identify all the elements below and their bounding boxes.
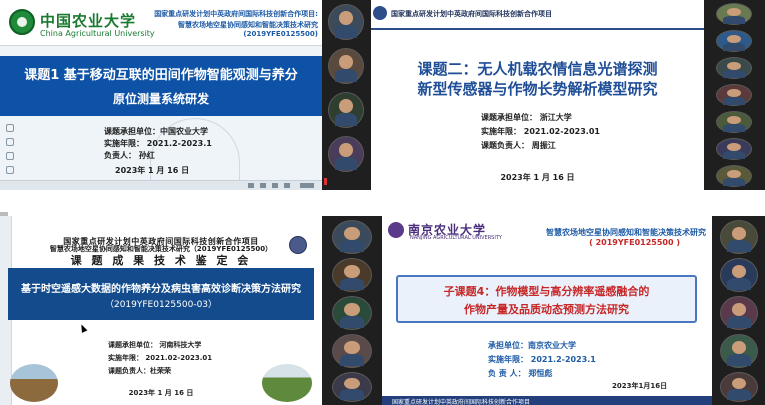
leader-text: 课题负责人：杜荣荣 <box>108 367 171 375</box>
participant-strip-1 <box>322 0 371 190</box>
slide-title-line-2: 原位测量系统研发 <box>112 92 209 106</box>
slide-date: 2023年 1 月 16 日 <box>128 389 194 397</box>
shared-screen-haust[interactable]: 国家重点研发计划中英政府间国际科技创新合作项目 智慧农场地空星协同感知和智能决策… <box>0 216 322 405</box>
leader-text: 课题负责人： 周振江 <box>481 141 556 150</box>
slide-title-line-2: 新型传感器与作物长势解析模型研究 <box>417 80 658 98</box>
participant-avatar-icon[interactable] <box>328 92 364 128</box>
participant-avatar-icon[interactable] <box>720 372 758 402</box>
participant-avatar-icon[interactable] <box>716 138 752 160</box>
row-separator <box>0 190 765 216</box>
participant-avatar-icon[interactable] <box>328 136 364 172</box>
participant-avatar-icon[interactable] <box>328 48 364 84</box>
participant-avatar-icon[interactable] <box>716 84 752 106</box>
slide-title-band: 基于时空遥感大数据的作物养分及病虫害高效诊断决策方法研究 （2019YFE012… <box>8 268 314 320</box>
microphone-muted-icon <box>324 178 327 185</box>
project-logo-icon <box>373 6 387 20</box>
university-seal-icon <box>289 236 307 254</box>
slide-title-line-1: 子课题4：作物模型与高分辨率遥感融合的 <box>443 285 650 298</box>
period-text: 实施年限： 2021.2-2023.1 <box>488 355 596 364</box>
period-text: 实施年限： 2021.02-2023.01 <box>108 354 213 362</box>
slide-title-line-1: 基于时空遥感大数据的作物养分及病虫害高效诊断决策方法研究 <box>21 284 301 295</box>
project-line-2: 智慧农场地空星协同感知和智能决策技术研究(2019YFE0125500) <box>178 21 318 38</box>
participant-avatar-icon[interactable] <box>720 334 758 368</box>
slide-header-line-2: ( 2019YFE0125500 ) <box>589 238 680 247</box>
slide-date: 2023年 1 月 16 日 <box>500 173 575 182</box>
participant-avatar-icon[interactable] <box>716 57 752 79</box>
shapes-icon[interactable] <box>6 166 14 174</box>
mouse-cursor-icon <box>78 323 88 333</box>
participant-avatar-icon[interactable] <box>332 258 372 292</box>
participant-avatar-icon[interactable] <box>332 220 372 254</box>
university-seal-icon <box>9 9 35 35</box>
undertaker-text: 课题承担单位：中国农业大学 <box>104 127 208 136</box>
period-text: 实施年限： 2021.2-2023.1 <box>104 139 212 148</box>
participant-avatar-icon[interactable] <box>720 258 758 292</box>
undertaker-text: 承担单位：南京农业大学 <box>488 341 576 350</box>
slide-header-line-1: 智慧农场地空星协同感知和智能决策技术研究 <box>546 228 706 237</box>
participant-avatar-icon[interactable] <box>720 296 758 330</box>
university-seal-icon <box>388 222 404 238</box>
participant-avatar-icon[interactable] <box>332 296 372 330</box>
video-conference-gallery: 中国农业大学 China Agricultural University 国家重… <box>0 0 765 405</box>
pointer-icon[interactable] <box>6 152 14 160</box>
participant-strip-3 <box>322 216 382 405</box>
slide-title-bar: 课题1 基于移动互联的田间作物智能观测与养分 原位测量系统研发 <box>0 56 322 116</box>
leader-text: 负责人： 孙红 <box>104 151 155 160</box>
slide-header-bar: 国家重点研发计划中英政府间国际科技创新合作项目 <box>371 0 704 30</box>
project-line-1: 国家重点研发计划中英政府间国际科技创新合作项目: <box>154 10 318 18</box>
university-name-en: NANJING AGRICULTURAL UNIVERSITY <box>410 235 502 241</box>
leader-text: 负 责 人： 郑恒彪 <box>488 369 553 378</box>
slide-title-line-1: 课题二：无人机载农情信息光谱探测 <box>417 60 658 78</box>
participant-avatar-icon[interactable] <box>716 165 752 187</box>
undertaker-text: 课题承担单位： 浙江大学 <box>481 113 572 122</box>
slide-date: 2023年 1 月 16 日 <box>115 166 190 175</box>
grid-icon[interactable] <box>260 183 266 188</box>
participant-avatar-icon[interactable] <box>716 111 752 133</box>
slide-banner: 中国农业大学 China Agricultural University 国家重… <box>0 0 322 46</box>
slide-header-text: 国家重点研发计划中英政府间国际科技创新合作项目 <box>391 10 552 18</box>
slideshow-icon[interactable] <box>284 183 290 188</box>
participant-avatar-icon[interactable] <box>720 220 758 254</box>
shared-screen-nau[interactable]: 南京农业大学 NANJING AGRICULTURAL UNIVERSITY 智… <box>382 216 712 405</box>
slide-title-line-2: （2019YFE0125500-03） <box>104 300 218 310</box>
participant-avatar-icon[interactable] <box>716 30 752 52</box>
pen-icon[interactable] <box>6 124 14 132</box>
slide-status-bar <box>0 180 322 190</box>
slide-title-line-1: 课题1 基于移动互联的田间作物智能观测与养分 <box>24 68 298 83</box>
zoom-icon[interactable] <box>300 183 314 188</box>
participant-strip-4 <box>712 216 765 405</box>
participant-avatar-icon[interactable] <box>328 4 364 40</box>
slide-date: 2023年1月16日 <box>612 382 668 390</box>
shared-screen-zju[interactable]: 国家重点研发计划中英政府间国际科技创新合作项目 课题二：无人机载农情信息光谱探测… <box>371 0 704 190</box>
participant-strip-2 <box>704 0 765 190</box>
period-text: 实施年限： 2021.02-2023.01 <box>481 127 600 136</box>
reading-icon[interactable] <box>272 183 278 188</box>
undertaker-text: 课题承担单位： 河南科技大学 <box>108 341 202 349</box>
slide-title-line-2: 作物产量及品质动态预测方法研究 <box>464 303 629 316</box>
participant-avatar-icon[interactable] <box>332 334 372 368</box>
shared-screen-cau[interactable]: 中国农业大学 China Agricultural University 国家重… <box>0 0 322 190</box>
slide-title-box: 子课题4：作物模型与高分辨率遥感融合的 作物产量及品质动态预测方法研究 <box>396 275 697 323</box>
meeting-title: 课 题 成 果 技 术 鉴 定 会 <box>70 254 252 267</box>
slide-footer: 国家重点研发计划中英政府间国际科技创新合作项目 <box>382 396 712 405</box>
participant-avatar-icon[interactable] <box>332 372 372 402</box>
participant-avatar-icon[interactable] <box>716 3 752 25</box>
footer-text: 国家重点研发计划中英政府间国际科技创新合作项目 <box>392 399 531 405</box>
eraser-icon[interactable] <box>6 138 14 146</box>
view-icon[interactable] <box>248 183 254 188</box>
